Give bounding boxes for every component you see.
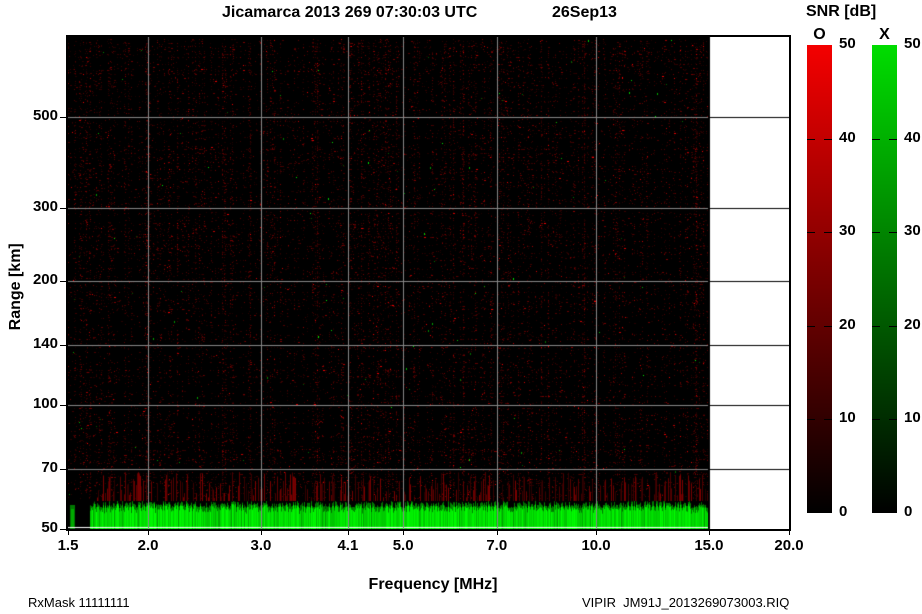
y-tick-mark (60, 469, 66, 470)
x-tick-mark (148, 531, 149, 535)
colorbar-tick-label: 50 (904, 36, 921, 53)
colorbar-tick-dash (824, 139, 832, 140)
plot-area (66, 35, 791, 531)
y-tick-label: 70 (14, 460, 58, 477)
colorbar-tick-dash (807, 419, 815, 420)
figure-date: 26Sep13 (552, 4, 617, 22)
y-tick-mark (60, 405, 66, 406)
x-tick-label: 2.0 (128, 538, 168, 555)
colorbar-tick-dash (889, 139, 897, 140)
x-tick-label: 15.0 (689, 538, 729, 555)
y-tick-label: 100 (14, 396, 58, 413)
x-axis-title: Frequency [MHz] (369, 576, 498, 594)
y-tick-mark (60, 345, 66, 346)
y-tick-mark (60, 117, 66, 118)
y-tick-label: 140 (14, 336, 58, 353)
colorbar-tick-dash (872, 232, 880, 233)
y-tick-mark (60, 208, 66, 209)
colorbar-title: SNR [dB] (806, 3, 876, 21)
x-tick-label: 7.0 (477, 538, 517, 555)
colorbar-mode-label-x: X (872, 26, 897, 44)
colorbar-tick-label: 50 (839, 36, 856, 53)
colorbar-tick-dash (889, 419, 897, 420)
colorbar-tick-dash (872, 419, 880, 420)
colorbar-tick-label: 40 (904, 130, 921, 147)
colorbar-tick-label: 10 (839, 410, 856, 427)
colorbar-tick-dash (824, 326, 832, 327)
x-tick-mark (261, 531, 262, 535)
x-tick-label: 10.0 (576, 538, 616, 555)
colorbar-tick-dash (889, 326, 897, 327)
colorbar-o-bar (807, 45, 832, 513)
footer-file-label: VIPIR JM91J_2013269073003.RIQ (582, 596, 789, 610)
x-tick-mark (348, 531, 349, 535)
x-tick-label: 1.5 (48, 538, 88, 555)
colorbar-tick-dash (872, 326, 880, 327)
colorbar-tick-label: 10 (904, 410, 921, 427)
colorbar-tick-label: 0 (904, 504, 912, 521)
y-tick-label: 50 (14, 520, 58, 537)
ionogram-figure: Jicamarca 2013 269 07:30:03 UTC 26Sep13 … (0, 0, 922, 614)
y-tick-label: 500 (14, 108, 58, 125)
y-tick-mark (60, 281, 66, 282)
colorbar-tick-label: 20 (904, 317, 921, 334)
y-tick-label: 300 (14, 199, 58, 216)
colorbar-tick-label: 40 (839, 130, 856, 147)
colorbar-tick-dash (824, 419, 832, 420)
colorbar-tick-label: 30 (839, 223, 856, 240)
colorbar-tick-dash (872, 139, 880, 140)
footer-rx-mask: RxMask 11111111 (28, 596, 130, 610)
colorbar-tick-dash (889, 232, 897, 233)
colorbar-tick-dash (824, 232, 832, 233)
y-tick-label: 200 (14, 272, 58, 289)
x-tick-mark (709, 531, 710, 535)
x-tick-label: 5.0 (383, 538, 423, 555)
x-tick-mark (497, 531, 498, 535)
x-tick-label: 20.0 (769, 538, 809, 555)
colorbar-tick-dash (807, 326, 815, 327)
colorbar-tick-label: 30 (904, 223, 921, 240)
colorbar-tick-dash (807, 139, 815, 140)
ionogram-heatmap-canvas (68, 37, 789, 529)
colorbar-mode-label-o: O (807, 26, 832, 44)
x-tick-mark (596, 531, 597, 535)
colorbar-tick-label: 20 (839, 317, 856, 334)
colorbar-tick-dash (807, 232, 815, 233)
x-tick-label: 4.1 (328, 538, 368, 555)
x-tick-mark (68, 531, 69, 535)
figure-title: Jicamarca 2013 269 07:30:03 UTC (222, 4, 477, 22)
x-tick-mark (789, 531, 790, 535)
x-tick-mark (403, 531, 404, 535)
y-tick-mark (60, 529, 66, 530)
colorbar-x-bar (872, 45, 897, 513)
x-tick-label: 3.0 (241, 538, 281, 555)
colorbar-tick-label: 0 (839, 504, 847, 521)
